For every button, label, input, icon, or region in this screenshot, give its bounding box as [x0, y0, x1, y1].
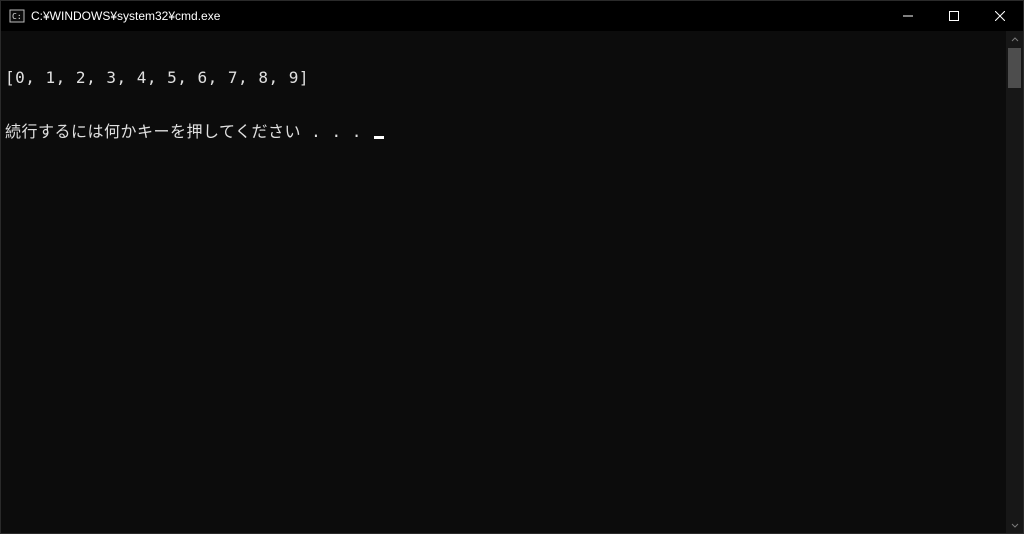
scroll-track[interactable] — [1006, 48, 1023, 516]
prompt-text: 続行するには何かキーを押してください . . . — [5, 122, 372, 141]
cmd-icon: C: — [9, 8, 25, 24]
console-output[interactable]: [0, 1, 2, 3, 4, 5, 6, 7, 8, 9] 続行するには何かキ… — [1, 31, 1006, 533]
svg-text:C:: C: — [12, 12, 22, 21]
prompt-line: 続行するには何かキーを押してください . . . — [5, 123, 1002, 141]
text-cursor — [374, 136, 384, 139]
chevron-down-icon — [1011, 521, 1019, 529]
scroll-thumb[interactable] — [1008, 48, 1021, 88]
scroll-up-button[interactable] — [1006, 31, 1023, 48]
chevron-up-icon — [1011, 36, 1019, 44]
close-icon — [995, 11, 1005, 21]
client-area: [0, 1, 2, 3, 4, 5, 6, 7, 8, 9] 続行するには何かキ… — [1, 31, 1023, 533]
minimize-icon — [903, 11, 913, 21]
vertical-scrollbar[interactable] — [1006, 31, 1023, 533]
maximize-icon — [949, 11, 959, 21]
output-line: [0, 1, 2, 3, 4, 5, 6, 7, 8, 9] — [5, 69, 1002, 87]
window-title: C:¥WINDOWS¥system32¥cmd.exe — [31, 9, 220, 23]
maximize-button[interactable] — [931, 1, 977, 31]
window-controls — [885, 1, 1023, 31]
close-button[interactable] — [977, 1, 1023, 31]
minimize-button[interactable] — [885, 1, 931, 31]
cmd-window: C: C:¥WINDOWS¥system32¥cmd.exe — [0, 0, 1024, 534]
scroll-down-button[interactable] — [1006, 516, 1023, 533]
titlebar[interactable]: C: C:¥WINDOWS¥system32¥cmd.exe — [1, 1, 1023, 31]
